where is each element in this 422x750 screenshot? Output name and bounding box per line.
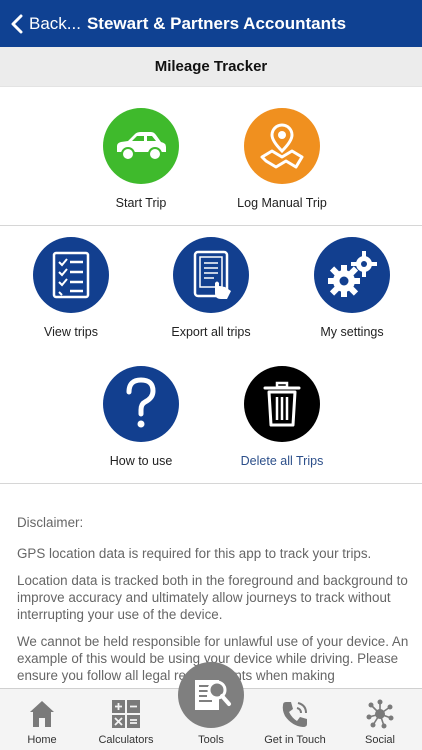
document-search-icon — [195, 680, 231, 710]
app-title: Stewart & Partners Accountants — [86, 13, 347, 33]
car-icon — [103, 108, 179, 184]
export-all-trips-button[interactable]: Export all trips — [141, 237, 281, 339]
tab-home-label: Home — [27, 734, 57, 746]
start-trip-label: Start Trip — [115, 196, 167, 210]
page-title: Mileage Tracker — [154, 58, 268, 75]
tab-get-in-touch[interactable]: Get in Touch — [253, 689, 337, 750]
log-manual-trip-button[interactable]: Log Manual Trip — [212, 108, 352, 210]
back-label: Back... — [29, 13, 81, 33]
delete-all-trips-label: Delete all Trips — [240, 454, 324, 468]
gears-icon — [314, 237, 390, 313]
how-to-use-label: How to use — [109, 454, 173, 468]
view-trips-button[interactable]: View trips — [1, 237, 141, 339]
question-mark-icon — [103, 366, 179, 442]
disclaimer-title: Disclaimer: — [17, 515, 84, 530]
tab-social-label: Social — [365, 734, 395, 746]
disclaimer-paragraph: Location data is tracked both in the for… — [17, 573, 408, 622]
tablet-touch-icon — [173, 237, 249, 313]
tab-home[interactable]: Home — [0, 689, 84, 750]
calculator-icon — [112, 700, 140, 728]
export-all-trips-label: Export all trips — [171, 325, 251, 339]
home-icon — [30, 701, 54, 727]
tab-social[interactable]: Social — [338, 689, 422, 750]
map-pin-icon — [244, 108, 320, 184]
section-divider — [0, 225, 422, 226]
phone-icon — [282, 702, 307, 727]
tab-get-in-touch-label: Get in Touch — [264, 734, 326, 746]
checklist-icon — [33, 237, 109, 313]
tab-calculators[interactable]: Calculators — [84, 689, 168, 750]
chevron-left-icon — [11, 14, 23, 33]
section-divider — [0, 483, 422, 484]
log-manual-trip-label: Log Manual Trip — [237, 196, 327, 210]
tab-calculators-label: Calculators — [98, 734, 154, 746]
start-trip-button[interactable]: Start Trip — [71, 108, 211, 210]
my-settings-button[interactable]: My settings — [282, 237, 422, 339]
social-network-icon — [366, 699, 394, 729]
tab-tools-label: Tools — [198, 734, 224, 746]
disclaimer-paragraph: GPS location data is required for this a… — [17, 546, 372, 561]
delete-all-trips-button[interactable]: Delete all Trips — [212, 366, 352, 468]
app-header: Back... Stewart & Partners Accountants — [0, 0, 422, 47]
how-to-use-button[interactable]: How to use — [71, 366, 211, 468]
back-button[interactable]: Back... — [0, 0, 81, 47]
page-title-bar: Mileage Tracker — [0, 47, 422, 87]
trash-icon — [244, 366, 320, 442]
tools-bubble-button[interactable] — [178, 662, 244, 728]
my-settings-label: My settings — [320, 325, 384, 339]
view-trips-label: View trips — [44, 325, 98, 339]
